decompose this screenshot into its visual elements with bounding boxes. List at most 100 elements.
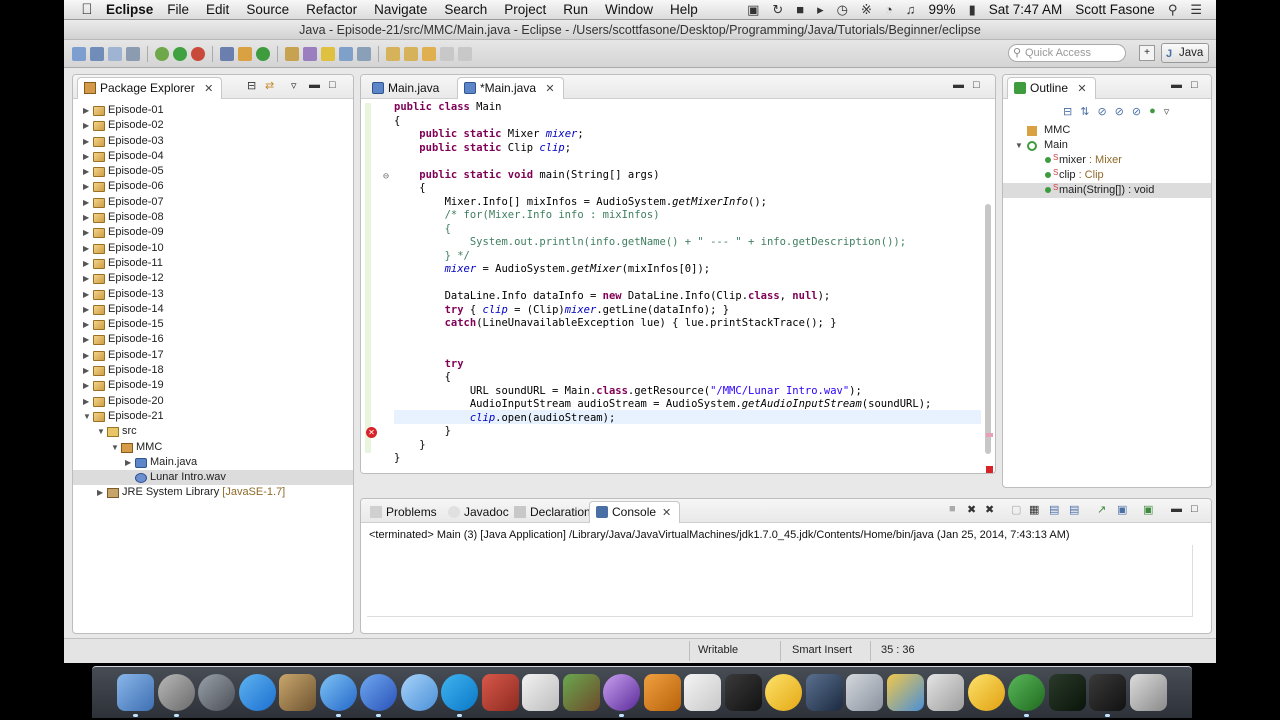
minimize-icon[interactable]: ▬ [309,79,320,91]
new-class-icon[interactable] [256,46,270,61]
scroll-lock-icon[interactable]: ▦ [1029,503,1039,516]
previous-annotation-icon[interactable] [404,46,418,61]
close-icon[interactable]: ✕ [662,507,671,519]
app-menu[interactable]: Eclipse [106,2,153,17]
safari-icon[interactable] [319,674,357,717]
remove-all-icon[interactable]: ✖ [985,503,994,516]
speaker-icon[interactable]: ♫ [906,2,916,17]
menu-project[interactable]: Project [504,2,546,17]
trash-icon[interactable] [1129,674,1167,711]
volume-icon[interactable]: ▸ [817,2,824,18]
code-editor[interactable]: ⊖ public class Main { public static Mixe… [361,99,995,473]
tree-item-project[interactable]: ▶ Episode-09 [73,225,353,240]
tab-package-explorer[interactable]: Package Explorer ✕ [77,77,223,99]
tree-item-project[interactable]: ▶ Episode-07 [73,195,353,210]
screenflow-icon[interactable] [805,674,843,711]
tab-main-java[interactable]: Main.java [365,77,448,99]
menu-run[interactable]: Run [563,2,588,17]
stacks-icon[interactable] [886,674,924,711]
close-icon[interactable]: ✕ [1077,83,1086,95]
editor-scrollbar-thumb[interactable] [985,204,991,454]
messages-icon[interactable] [400,674,438,711]
outline-member[interactable]: Smixer : Mixer [1003,153,1211,168]
maximize-icon[interactable]: □ [973,79,980,91]
overview-marker[interactable] [986,433,993,437]
show-on-output-icon[interactable]: ▤ [1049,503,1059,516]
activity-monitor-icon[interactable] [1048,674,1086,711]
menu-edit[interactable]: Edit [206,2,229,17]
clear-console-icon[interactable]: ▢ [1011,503,1021,516]
spotlight-icon[interactable]: ⚲ [1168,2,1178,18]
new-java-project-icon[interactable] [220,46,234,61]
minecraft-icon[interactable] [562,674,600,711]
cyberduck-icon[interactable] [765,674,803,711]
tab-outline[interactable]: Outline ✕ [1007,77,1096,99]
maximize-icon[interactable]: □ [329,79,336,91]
user-name[interactable]: Scott Fasone [1075,2,1155,17]
error-icon[interactable]: ✕ [366,427,377,438]
lock-icon[interactable]: ■ [796,2,804,17]
tree-item-src[interactable]: ▼ src [73,424,353,439]
open-type-icon[interactable] [285,46,299,61]
terminal-icon[interactable] [724,674,762,711]
java-perspective-button[interactable]: Java [1161,43,1209,63]
calculator-icon[interactable] [927,674,965,711]
hide-nonpublic-icon[interactable]: ⊘ [1132,105,1141,118]
wifi-icon[interactable]: ◔ [885,2,893,17]
duck-app-icon[interactable] [967,674,1005,711]
pin-icon[interactable] [458,46,472,61]
tree-item-project[interactable]: ▶ Episode-06 [73,179,353,194]
downloads-folder-icon[interactable] [846,674,884,711]
bluetooth-icon[interactable]: ※ [861,2,872,18]
menu-refactor[interactable]: Refactor [306,2,357,17]
eclipse-icon[interactable] [603,674,641,717]
print-icon[interactable] [126,46,140,61]
sublime-icon[interactable] [643,674,681,711]
forward-icon[interactable] [440,46,454,61]
tree-item-project[interactable]: ▶ Episode-10 [73,241,353,256]
tree-item-project[interactable]: ▶ Episode-11 [73,256,353,271]
toggle-block-icon[interactable] [339,46,353,61]
skype-icon[interactable] [441,674,479,717]
save-icon[interactable] [90,46,104,61]
tree-item-project[interactable]: ▶ Episode-16 [73,332,353,347]
tree-item-project-expanded[interactable]: ▼ Episode-21 [73,409,353,424]
tree-item-project[interactable]: ▶ Episode-05 [73,164,353,179]
battery-percent[interactable]: 99% [929,2,956,17]
menu-file[interactable]: File [167,2,189,17]
tree-item-jre[interactable]: ▶ JRE System Library [JavaSE-1.7] [73,485,353,500]
quick-access-input[interactable]: ⚲ Quick Access [1008,44,1126,62]
minimize-icon[interactable]: ▬ [953,79,964,91]
script-editor-icon[interactable] [684,674,722,711]
minimize-icon[interactable]: ▬ [1171,79,1182,91]
tree-item-project[interactable]: ▶ Episode-04 [73,149,353,164]
hide-local-types-icon[interactable]: ● [1149,105,1156,118]
tree-item-project[interactable]: ▶ Episode-19 [73,378,353,393]
tree-item-wav-file[interactable]: Lunar Intro.wav [73,470,353,486]
tree-item-project[interactable]: ▶ Episode-17 [73,348,353,363]
run-icon[interactable] [173,46,187,61]
notification-center-icon[interactable]: ☰ [1190,2,1202,18]
music-app-icon[interactable] [1089,674,1127,717]
search-tool-icon[interactable] [303,46,317,61]
show-whitespace-icon[interactable] [357,46,371,61]
dictionary-icon[interactable] [481,674,519,711]
finder-icon[interactable] [117,674,155,717]
tab-console[interactable]: Console ✕ [589,501,681,523]
show-on-error-icon[interactable]: ▤ [1069,503,1079,516]
app-store-icon[interactable] [238,674,276,711]
maximize-icon[interactable]: □ [1191,79,1198,91]
menu-navigate[interactable]: Navigate [374,2,427,17]
minimize-icon[interactable]: ▬ [1171,503,1182,515]
tree-item-project[interactable]: ▶ Episode-01 [73,103,353,118]
tree-item-project[interactable]: ▶ Episode-13 [73,287,353,302]
tab-declaration[interactable]: Declaration [507,501,600,523]
tree-item-package[interactable]: ▼ MMC [73,440,353,455]
remove-launch-icon[interactable]: ✖ [967,503,976,516]
tree-item-project[interactable]: ▶ Episode-03 [73,134,353,149]
external-tools-icon[interactable] [191,46,205,61]
textedit-icon[interactable] [522,674,560,711]
sort-icon[interactable]: ⇅ [1080,105,1089,118]
toggle-mark-icon[interactable] [321,46,335,61]
menu-window[interactable]: Window [605,2,653,17]
